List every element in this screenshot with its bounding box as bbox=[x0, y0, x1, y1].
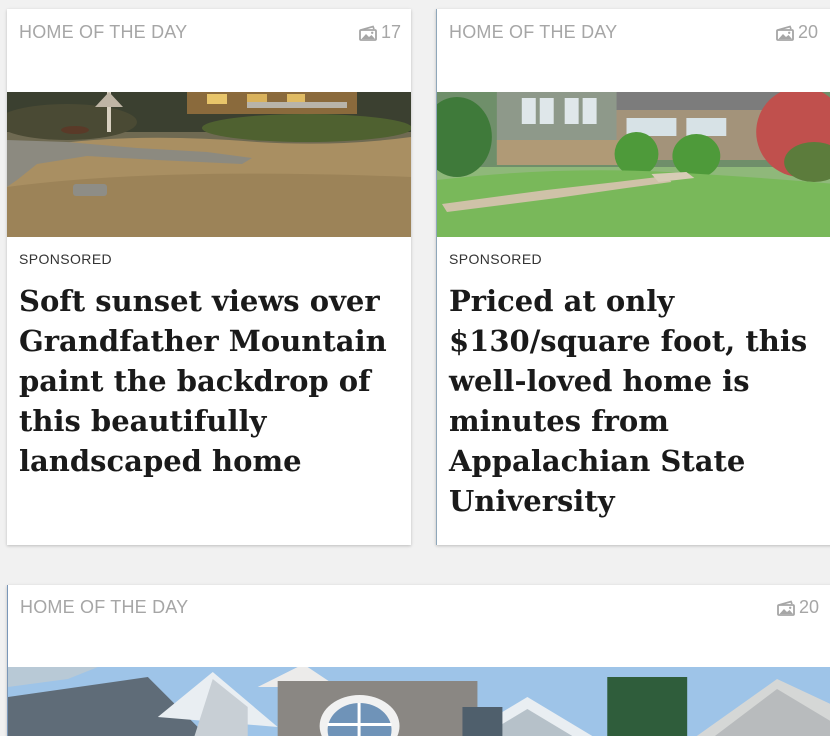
card-header: HOME OF THE DAY 20 bbox=[437, 9, 830, 92]
card-kicker: HOME OF THE DAY bbox=[19, 22, 188, 42]
home-photo[interactable] bbox=[7, 92, 411, 237]
home-card-3[interactable]: HOME OF THE DAY 20 bbox=[7, 585, 830, 736]
home-photo[interactable] bbox=[437, 92, 830, 237]
photo-count-badge[interactable]: 20 bbox=[775, 22, 818, 43]
card-headline[interactable]: Soft sunset views over Grandfather Mount… bbox=[19, 281, 401, 481]
photo-count: 20 bbox=[797, 22, 818, 42]
photo-count: 17 bbox=[380, 22, 401, 42]
card-header: HOME OF THE DAY 20 bbox=[8, 585, 830, 667]
sponsored-label: SPONSORED bbox=[19, 251, 113, 267]
photo-count-badge[interactable]: 17 bbox=[358, 22, 401, 43]
gallery-icon bbox=[359, 24, 377, 41]
card-header: HOME OF THE DAY 17 bbox=[7, 9, 411, 92]
card-headline[interactable]: Priced at only $130/square foot, this we… bbox=[449, 281, 826, 521]
sponsored-label: SPONSORED bbox=[449, 251, 543, 267]
photo-count-badge[interactable]: 20 bbox=[776, 597, 819, 618]
card-kicker: HOME OF THE DAY bbox=[449, 22, 618, 42]
gallery-icon bbox=[776, 24, 794, 41]
photo-count: 20 bbox=[798, 597, 819, 617]
gallery-icon bbox=[777, 599, 795, 616]
home-photo[interactable] bbox=[8, 667, 830, 736]
home-card-1[interactable]: HOME OF THE DAY 17 SPONSORED Soft sunset… bbox=[7, 9, 411, 545]
home-of-the-day-feed: HOME OF THE DAY 17 SPONSORED Soft sunset… bbox=[0, 0, 830, 736]
home-card-2[interactable]: HOME OF THE DAY 20 SPONSORED Priced at o… bbox=[436, 9, 830, 545]
card-kicker: HOME OF THE DAY bbox=[20, 597, 189, 617]
